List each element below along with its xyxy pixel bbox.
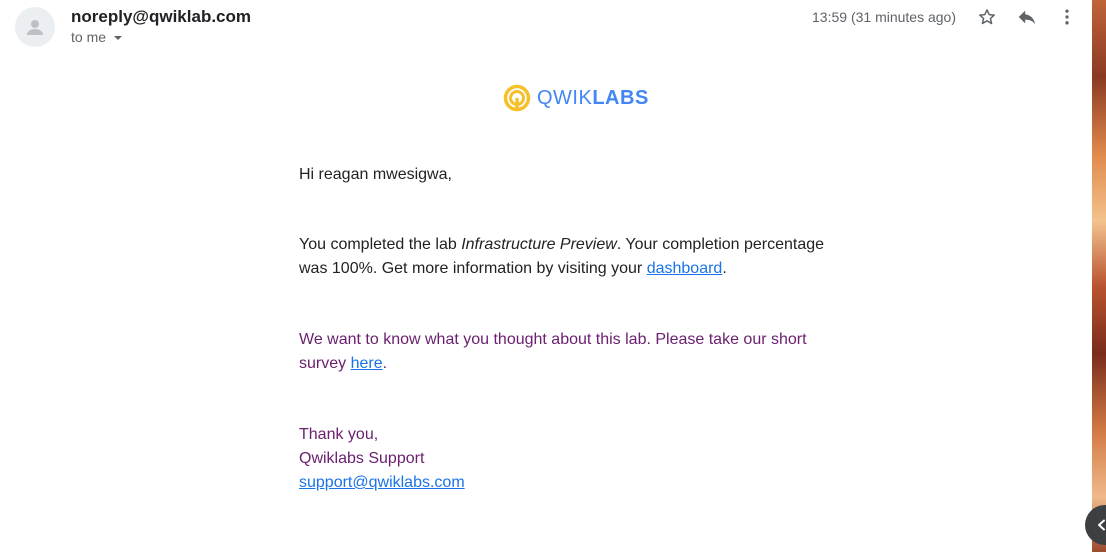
dashboard-link[interactable]: dashboard <box>647 260 723 277</box>
message-timestamp: 13:59 (31 minutes ago) <box>812 9 956 25</box>
signoff: Thank you, Qwiklabs Support support@qwik… <box>299 423 839 495</box>
more-vert-icon <box>1065 9 1069 25</box>
sender-email: noreply@qwiklab.com <box>71 7 252 26</box>
star-icon <box>979 9 995 25</box>
completion-text-start: You completed the lab <box>299 236 462 253</box>
recipient-details-toggle[interactable]: to me <box>71 29 123 45</box>
page: noreply@qwiklab.com to me 13:59 (31 minu… <box>0 0 1106 552</box>
signoff-thanks: Thank you, <box>299 426 379 443</box>
star-button[interactable] <box>975 5 999 29</box>
reply-icon <box>1018 10 1036 25</box>
survey-paragraph: We want to know what you thought about t… <box>299 328 839 376</box>
logo-text-labs: LABS <box>592 86 649 109</box>
chevron-left-icon <box>1098 519 1105 531</box>
support-email-link[interactable]: support@qwiklabs.com <box>299 471 839 495</box>
qwiklabs-logo: QWIKLABS <box>503 84 649 112</box>
reply-button[interactable] <box>1015 5 1039 29</box>
survey-link[interactable]: here <box>351 355 383 372</box>
greeting: Hi reagan mwesigwa, <box>299 166 452 183</box>
qwiklabs-logo-icon <box>503 84 531 112</box>
survey-text-end: . <box>382 355 388 372</box>
desktop-wallpaper <box>1092 0 1106 552</box>
recipient-label: to me <box>71 29 107 45</box>
sender-avatar <box>15 7 55 47</box>
completion-paragraph: You completed the lab Infrastructure Pre… <box>299 233 839 281</box>
person-icon <box>27 20 43 35</box>
signoff-team: Qwiklabs Support <box>299 450 425 467</box>
completion-text-end: . <box>722 260 727 277</box>
email-view: noreply@qwiklab.com to me 13:59 (31 minu… <box>0 0 1092 552</box>
more-options-button[interactable] <box>1055 5 1079 29</box>
lab-name: Infrastructure Preview <box>461 236 617 253</box>
logo-text-qwik: QWIK <box>537 86 593 109</box>
caret-down-icon <box>114 36 123 40</box>
